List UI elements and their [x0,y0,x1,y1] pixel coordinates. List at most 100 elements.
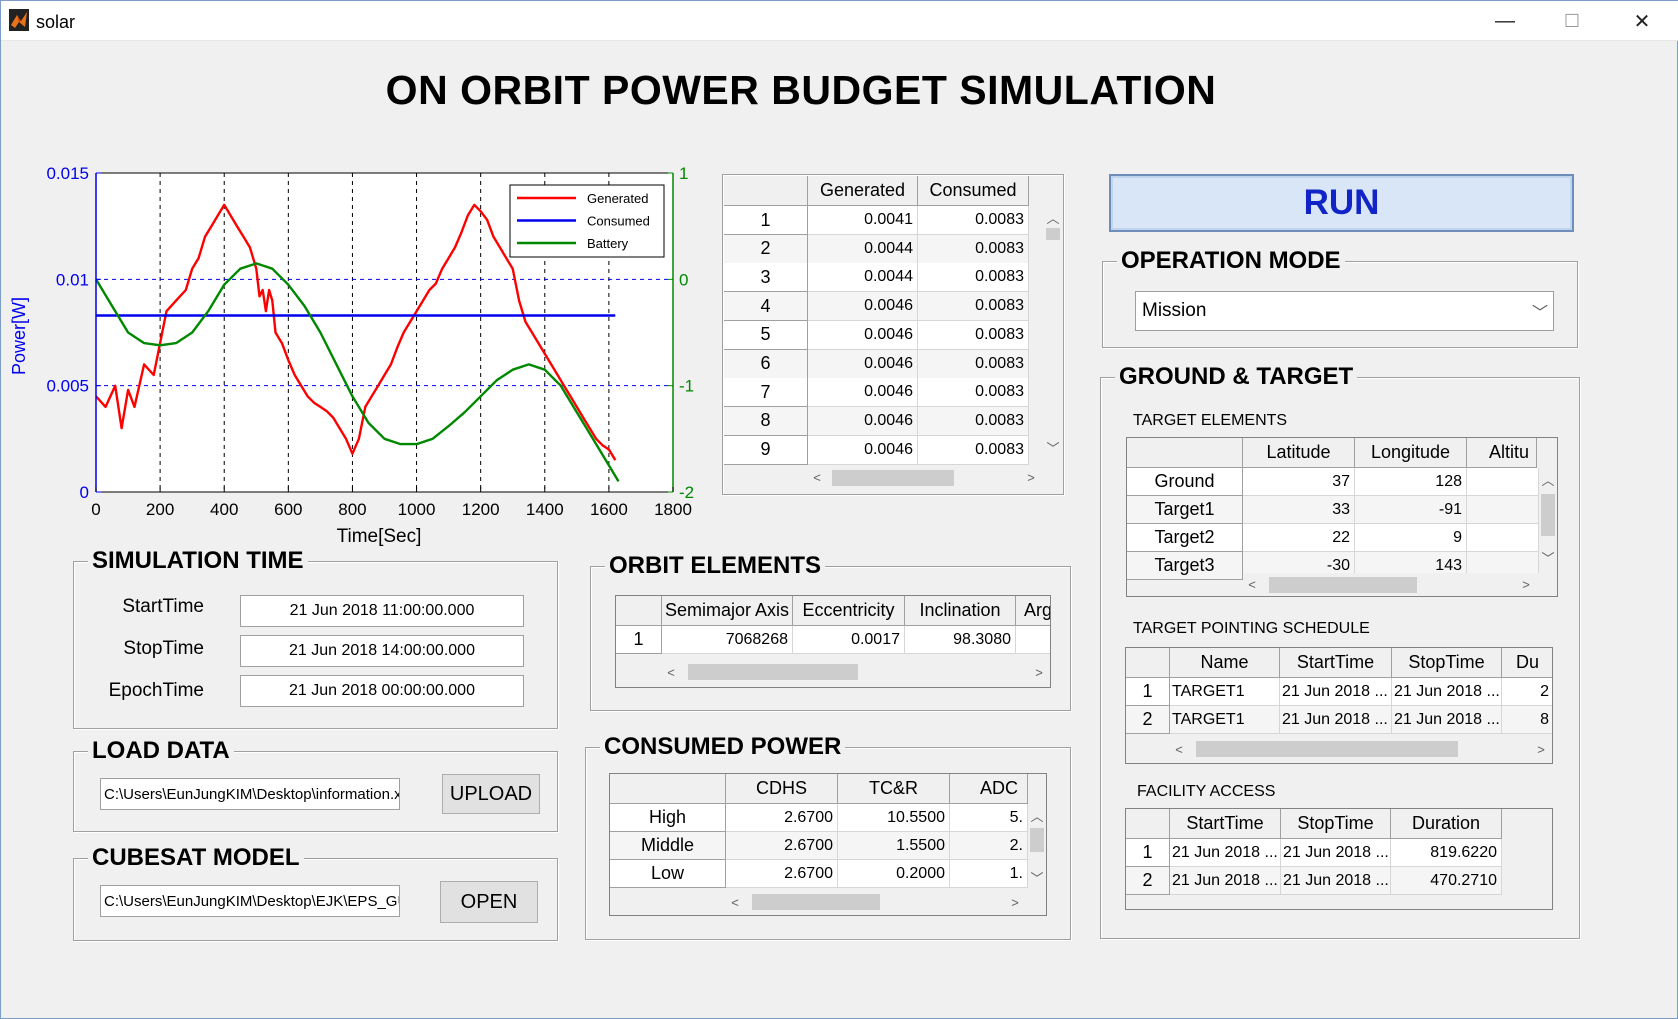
operation-mode-select[interactable]: Mission ﹀ [1135,291,1554,331]
cdhs-cell[interactable]: 2.6700 [726,832,838,860]
generated-cell[interactable]: 0.0046 [808,292,918,322]
start-time-input[interactable]: 21 Jun 2018 11:00:00.000 [240,595,524,627]
altitude-cell[interactable] [1467,496,1539,524]
col-header-duration[interactable]: Du [1502,648,1552,678]
scroll-right-icon[interactable]: > [1517,575,1535,593]
consumed-cell[interactable]: 0.0083 [918,320,1029,350]
row-header[interactable]: 4 [724,292,808,322]
generated-cell[interactable]: 0.0046 [808,349,918,379]
col-header-stoptime[interactable]: StopTime [1392,648,1502,678]
generated-cell[interactable]: 0.0044 [808,234,918,264]
scroll-right-icon[interactable]: > [1006,893,1024,911]
row-header[interactable]: 3 [724,263,808,293]
row-header[interactable]: Target1 [1127,496,1243,524]
col-header-inclination[interactable]: Inclination [905,596,1016,626]
row-header[interactable]: 2 [1126,706,1170,734]
generated-cell[interactable]: 0.0046 [808,435,918,465]
row-header[interactable]: Target3 [1127,552,1243,580]
vertical-scrollbar[interactable]: ︿ ﹀ [1539,468,1557,568]
consumed-cell[interactable]: 0.0083 [918,206,1029,235]
scroll-left-icon[interactable]: < [1243,575,1261,593]
col-header-longitude[interactable]: Longitude [1355,438,1467,468]
name-cell[interactable]: TARGET1 [1170,706,1280,734]
col-header-cdhs[interactable]: CDHS [726,774,838,804]
row-header[interactable]: 1 [616,626,662,654]
consumed-cell[interactable]: 0.0083 [918,435,1029,465]
generated-cell[interactable]: 0.0041 [808,206,918,235]
row-header[interactable]: 8 [724,406,808,436]
maximize-button[interactable]: ☐ [1541,1,1603,41]
col-header-duration[interactable]: Duration [1391,809,1502,839]
row-header[interactable]: 5 [724,320,808,350]
row-header[interactable]: Low [610,860,726,888]
duration-cell[interactable]: 819.6220 [1391,839,1502,867]
tcr-cell[interactable]: 1.5500 [838,832,950,860]
starttime-cell[interactable]: 21 Jun 2018 ... [1170,867,1281,895]
scroll-left-icon[interactable]: < [1170,740,1188,758]
scroll-up-icon[interactable]: ︿ [1028,806,1046,824]
row-header[interactable]: High [610,804,726,832]
row-header[interactable]: 2 [1126,867,1170,895]
row-header[interactable]: Target2 [1127,524,1243,552]
latitude-cell[interactable]: 22 [1243,524,1355,552]
open-button[interactable]: OPEN [440,881,538,923]
scroll-left-icon[interactable]: < [808,468,826,486]
name-cell[interactable]: TARGET1 [1170,678,1280,706]
horizontal-scrollbar[interactable]: < > [726,890,1028,914]
scroll-thumb[interactable] [832,470,954,486]
col-header-adc[interactable]: ADC [950,774,1028,804]
adc-cell[interactable]: 2. [950,832,1028,860]
longitude-cell[interactable]: 128 [1355,468,1467,496]
col-header-latitude[interactable]: Latitude [1243,438,1355,468]
scroll-up-icon[interactable]: ︿ [1539,470,1557,488]
starttime-cell[interactable]: 21 Jun 2018 ... [1280,678,1392,706]
col-header-starttime[interactable]: StartTime [1280,648,1392,678]
tcr-cell[interactable]: 10.5500 [838,804,950,832]
stop-time-input[interactable]: 21 Jun 2018 14:00:00.000 [240,635,524,667]
col-header-arg[interactable]: Arg [1016,596,1050,626]
row-header[interactable]: Ground [1127,468,1243,496]
consumed-cell[interactable]: 0.0083 [918,263,1029,293]
tcr-cell[interactable]: 0.2000 [838,860,950,888]
row-header[interactable]: 9 [724,435,808,465]
latitude-cell[interactable]: 33 [1243,496,1355,524]
scroll-left-icon[interactable]: < [662,663,680,681]
longitude-cell[interactable]: -91 [1355,496,1467,524]
col-header-name[interactable]: Name [1170,648,1280,678]
horizontal-scrollbar[interactable]: < > [662,660,1050,684]
load-data-path-input[interactable]: C:\Users\EunJungKIM\Desktop\information.… [100,778,400,810]
latitude-cell[interactable]: 37 [1243,468,1355,496]
semimajor-axis-cell[interactable]: 7068268 [662,626,793,654]
col-header-semimajor-axis[interactable]: Semimajor Axis [662,596,793,626]
row-header[interactable]: 1 [724,206,808,235]
scroll-thumb[interactable] [752,894,880,910]
scroll-down-icon[interactable]: ﹀ [1028,868,1046,886]
horizontal-scrollbar[interactable]: < > [808,466,1044,488]
consumed-cell[interactable]: 0.0083 [918,349,1029,379]
generated-cell[interactable]: 0.0046 [808,378,918,408]
altitude-cell[interactable] [1467,524,1539,552]
scroll-thumb[interactable] [1030,828,1044,852]
power-table[interactable]: Generated Consumed 1 0.0041 0.0083 2 0.0044 0… [724,176,1062,493]
consumed-cell[interactable]: 0.0083 [918,292,1029,322]
scroll-right-icon[interactable]: > [1030,663,1048,681]
vertical-scrollbar[interactable]: ︿ ﹀ [1028,804,1046,888]
scroll-thumb[interactable] [1046,228,1060,240]
target-elements-table[interactable]: Latitude Longitude Altitu Ground 37 128 Tar… [1126,437,1558,597]
scroll-right-icon[interactable]: > [1532,740,1550,758]
stoptime-cell[interactable]: 21 Jun 2018 ... [1281,839,1391,867]
stoptime-cell[interactable]: 21 Jun 2018 ... [1392,706,1502,734]
generated-cell[interactable]: 0.0046 [808,320,918,350]
epoch-time-input[interactable]: 21 Jun 2018 00:00:00.000 [240,675,524,707]
altitude-cell[interactable] [1467,468,1539,496]
adc-cell[interactable]: 5. [950,804,1028,832]
cdhs-cell[interactable]: 2.6700 [726,860,838,888]
col-header-starttime[interactable]: StartTime [1170,809,1281,839]
scroll-up-icon[interactable]: ︿ [1044,208,1062,226]
chevron-down-icon[interactable]: ﹀ [1527,292,1553,330]
facility-access-table[interactable]: StartTime StopTime Duration 1 21 Jun 2018… [1125,808,1553,910]
col-header-generated[interactable]: Generated [808,176,918,206]
row-header[interactable]: 2 [724,234,808,264]
row-header[interactable]: Middle [610,832,726,860]
orbit-elements-table[interactable]: Semimajor Axis Eccentricity Inclination … [615,595,1051,688]
